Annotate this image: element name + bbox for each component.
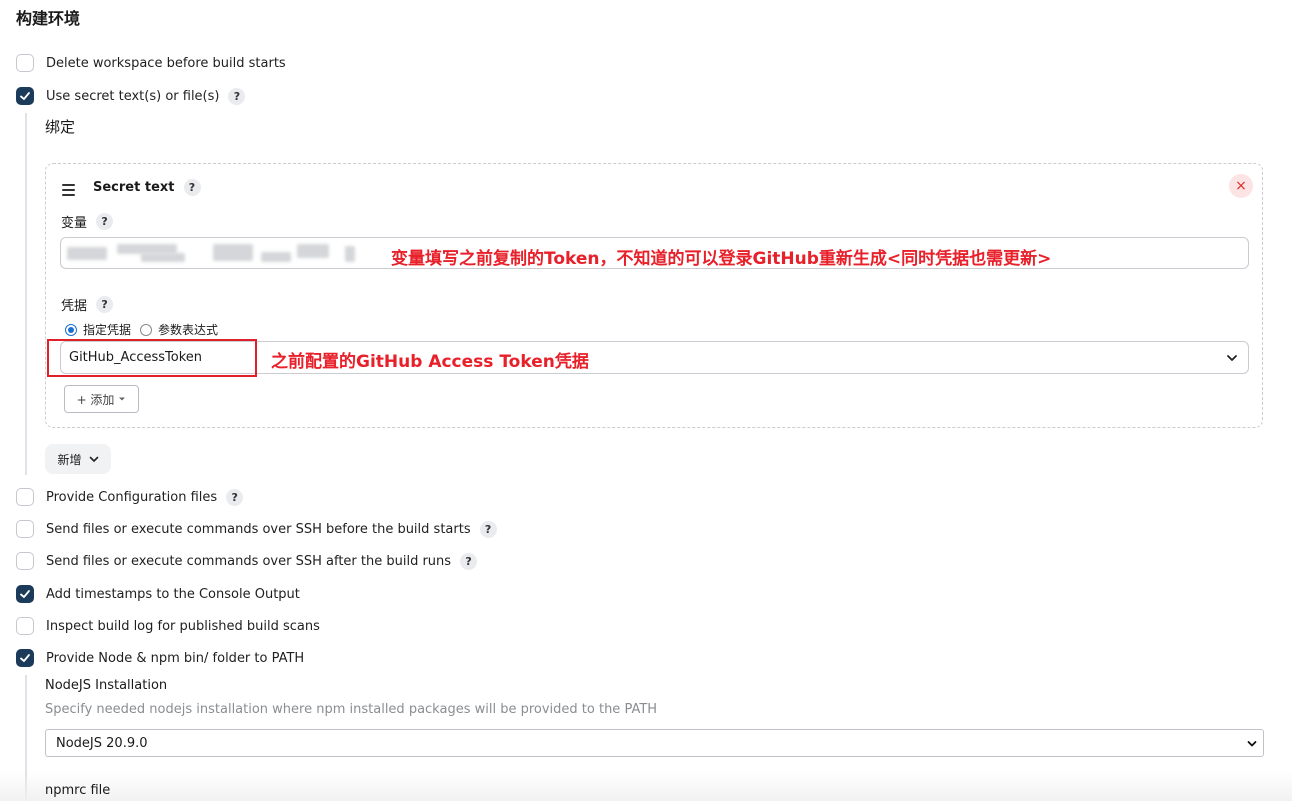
redacted-segment (345, 246, 355, 262)
nodejs-installation-select[interactable]: NodeJS 20.9.0 (45, 729, 1264, 757)
check-icon (20, 590, 30, 598)
new-binding-button[interactable]: 新增 (45, 444, 111, 474)
redacted-segment (261, 252, 291, 262)
help-icon[interactable]: ? (460, 552, 478, 570)
drag-handle-icon[interactable] (62, 184, 75, 199)
help-icon[interactable]: ? (479, 520, 497, 538)
credentials-label-row: 凭据 ? (61, 295, 114, 314)
add-button-label: + 添加 (76, 392, 115, 407)
close-icon[interactable]: × (1229, 174, 1253, 198)
checkbox[interactable] (16, 552, 34, 570)
help-icon[interactable]: ? (96, 296, 114, 313)
checkbox-label: Provide Node & npm bin/ folder to PATH (46, 650, 305, 666)
help-icon[interactable]: ? (183, 179, 201, 196)
redacted-segment (297, 244, 329, 258)
nodejs-selected-value: NodeJS 20.9.0 (56, 735, 148, 751)
credential-annotation: 之前配置的GitHub Access Token凭据 (271, 352, 589, 372)
checkbox-label: Inspect build log for published build sc… (46, 618, 320, 634)
checkbox-row-node-npm[interactable]: Provide Node & npm bin/ folder to PATH (16, 647, 304, 669)
checkbox-label: Send files or execute commands over SSH … (46, 521, 471, 537)
checkbox[interactable] (16, 649, 34, 667)
card-title: Secret text (93, 180, 175, 195)
checkbox-row-build-scans[interactable]: Inspect build log for published build sc… (16, 615, 320, 637)
credentials-label: 凭据 (61, 299, 88, 314)
checkbox-row-config-files[interactable]: Provide Configuration files ? (16, 486, 244, 508)
bottom-fade (0, 771, 1292, 801)
checkbox-row-use-secret[interactable]: Use secret text(s) or file(s) ? (16, 85, 246, 107)
section-title: 构建环境 (16, 9, 81, 28)
redacted-segment (213, 244, 253, 261)
caret-down-icon (119, 397, 126, 401)
variable-annotation: 变量填写之前复制的Token，不知道的可以登录GitHub重新生成<同时凭据也需… (391, 249, 1052, 269)
nodejs-installation-label: NodeJS Installation (45, 678, 168, 693)
checkbox-label: Provide Configuration files (46, 489, 218, 505)
help-icon[interactable]: ? (226, 488, 244, 506)
checkbox-row-ssh-before[interactable]: Send files or execute commands over SSH … (16, 518, 497, 540)
nodejs-installation-description: Specify needed nodejs installation where… (45, 702, 658, 717)
add-credential-button[interactable]: + 添加 (64, 385, 139, 413)
nested-section-line (25, 113, 27, 475)
variable-label: 变量 (61, 216, 88, 231)
redacted-segment (67, 247, 107, 260)
radio-expression-label: 参数表达式 (158, 323, 219, 337)
highlight-box (47, 339, 257, 377)
checkbox[interactable] (16, 54, 34, 72)
checkbox-row-ssh-after[interactable]: Send files or execute commands over SSH … (16, 550, 478, 572)
checkbox-label: Add timestamps to the Console Output (46, 586, 300, 602)
checkbox[interactable] (16, 585, 34, 603)
checkbox[interactable] (16, 87, 34, 105)
checkbox-label: Delete workspace before build starts (46, 55, 286, 71)
check-icon (20, 654, 30, 662)
checkbox[interactable] (16, 520, 34, 538)
checkbox-row-timestamps[interactable]: Add timestamps to the Console Output (16, 583, 300, 605)
secret-text-card: Secret text ? × 变量 ? 变量填写之前复制的Token，不知道的… (45, 163, 1263, 428)
checkbox-row-delete-workspace[interactable]: Delete workspace before build starts (16, 52, 286, 74)
checkbox-label: Send files or execute commands over SSH … (46, 553, 452, 569)
checkbox[interactable] (16, 488, 34, 506)
chevron-down-icon (1247, 741, 1257, 747)
help-icon[interactable]: ? (228, 87, 246, 105)
variable-input[interactable]: 变量填写之前复制的Token，不知道的可以登录GitHub重新生成<同时凭据也需… (60, 237, 1249, 269)
redacted-segment (141, 253, 185, 262)
radio-specific-label: 指定凭据 (83, 323, 132, 337)
new-button-label: 新增 (57, 452, 82, 467)
bindings-heading: 绑定 (45, 118, 76, 136)
variable-label-row: 变量 ? (61, 212, 114, 231)
chevron-down-icon (1227, 355, 1237, 361)
checkbox-label: Use secret text(s) or file(s) (46, 88, 220, 104)
radio-expression[interactable] (140, 323, 153, 336)
chevron-down-icon (89, 456, 98, 462)
card-title-row: Secret text ? (93, 179, 201, 196)
checkbox[interactable] (16, 617, 34, 635)
npmrc-file-label: npmrc file (45, 783, 111, 798)
help-icon[interactable]: ? (96, 213, 114, 230)
credential-mode-radios: 指定凭据 参数表达式 (65, 321, 218, 338)
check-icon (20, 92, 30, 100)
radio-specific[interactable] (65, 323, 77, 336)
